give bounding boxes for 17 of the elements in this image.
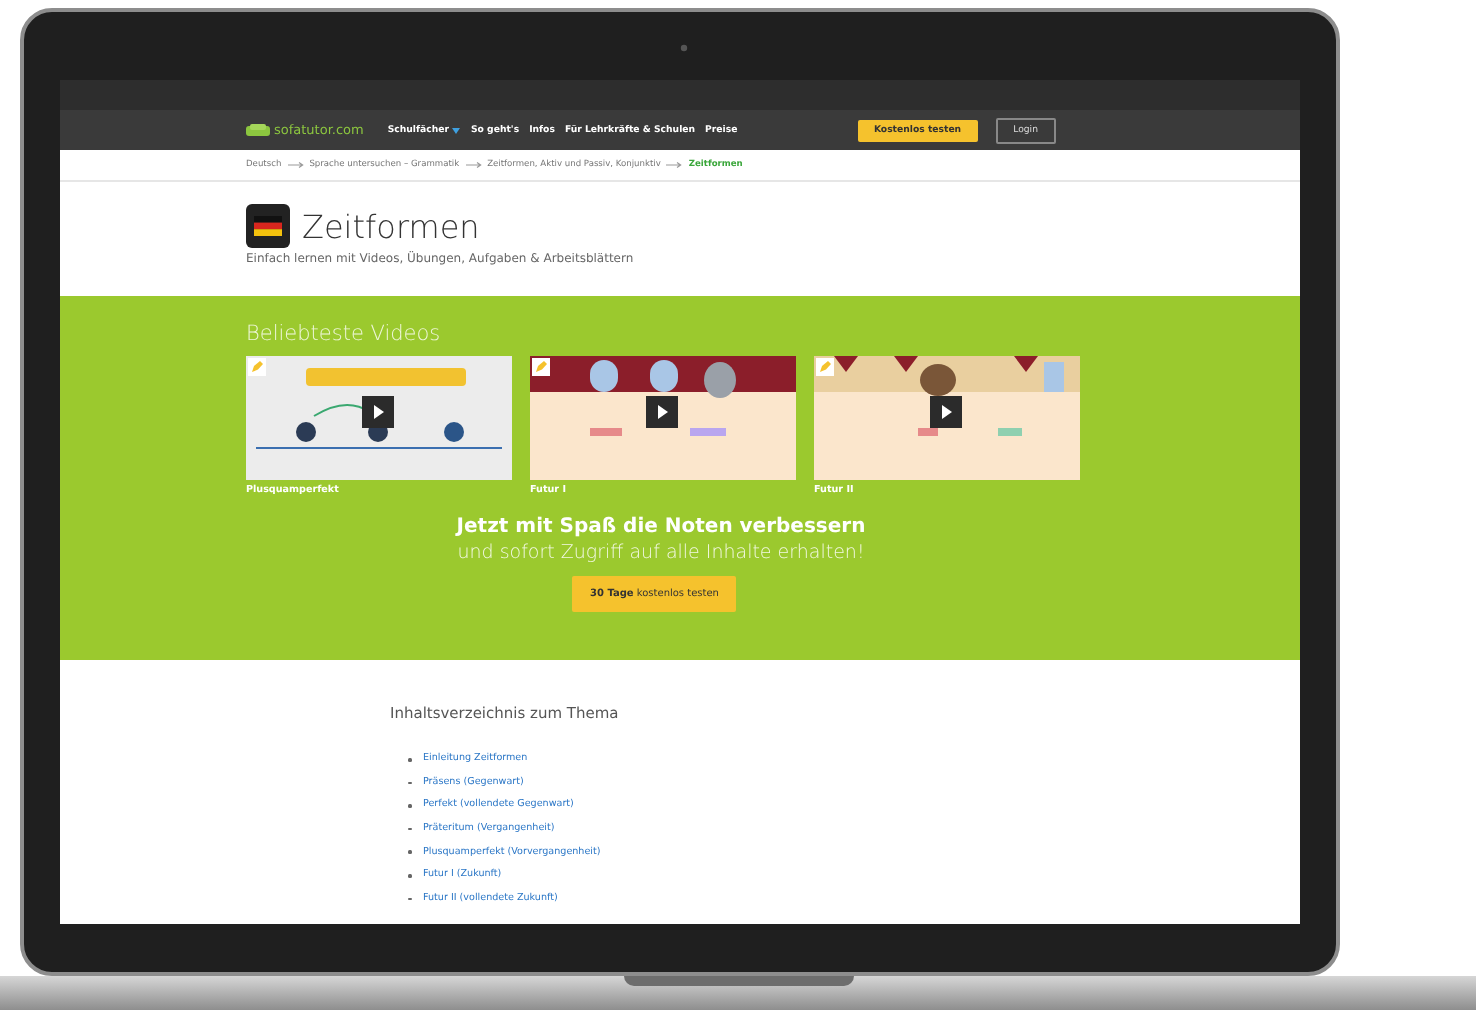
play-button[interactable] <box>362 396 394 428</box>
pencil-badge-icon <box>532 358 550 376</box>
page-title: Zeitformen <box>302 207 480 245</box>
caret-icon <box>452 127 461 133</box>
flag-icon <box>246 204 290 248</box>
pencil-badge-icon <box>816 358 834 376</box>
sofa-logo-icon <box>246 123 270 137</box>
camera-icon <box>680 44 688 52</box>
arrow-icon <box>666 162 683 168</box>
play-button[interactable] <box>646 396 678 428</box>
promo-headline: Jetzt mit Spaß die Noten verbessern <box>453 516 868 538</box>
play-button[interactable] <box>930 396 962 428</box>
promo-subline: und sofort Zugriff auf alle Inhalte erhalten! <box>455 542 867 564</box>
pencil-badge-icon <box>248 358 266 376</box>
arrow-icon <box>287 162 304 168</box>
section-heading: Beliebteste Videos <box>246 322 443 346</box>
arrow-icon <box>465 162 482 168</box>
